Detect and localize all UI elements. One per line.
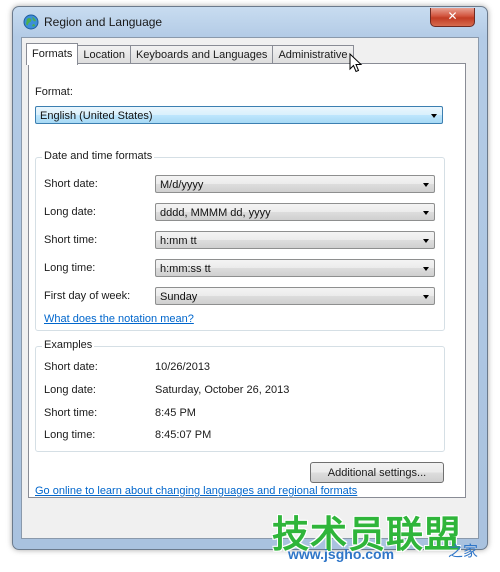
title-bar[interactable]: Region and Language ✕ <box>13 7 487 37</box>
example-short-time-value: 8:45 PM <box>155 407 196 419</box>
short-time-value: h:mm tt <box>160 235 197 247</box>
long-date-select[interactable]: dddd, MMMM dd, yyyy <box>155 203 435 221</box>
additional-settings-button[interactable]: Additional settings... <box>310 462 444 483</box>
long-date-value: dddd, MMMM dd, yyyy <box>160 207 271 219</box>
first-day-select[interactable]: Sunday <box>155 287 435 305</box>
short-date-value: M/d/yyyy <box>160 179 204 191</box>
close-button[interactable]: ✕ <box>430 8 475 27</box>
close-icon: ✕ <box>447 9 458 23</box>
example-short-date-label: Short date: <box>44 361 98 373</box>
example-long-date-value: Saturday, October 26, 2013 <box>155 384 290 396</box>
site-watermark: 技术员联盟 www.jsgho.com 之家 <box>268 504 500 572</box>
format-select[interactable]: English (United States) <box>35 106 443 124</box>
short-date-select[interactable]: M/d/yyyy <box>155 175 435 193</box>
example-long-time-value: 8:45:07 PM <box>155 429 212 441</box>
dialog-client: Formats Location Keyboards and Languages… <box>21 37 479 539</box>
format-label: Format: <box>35 86 73 98</box>
long-time-label: Long time: <box>44 262 96 274</box>
tab-administrative[interactable]: Administrative <box>272 45 354 64</box>
example-short-date-value: 10/26/2013 <box>155 361 211 373</box>
chevron-down-icon <box>423 211 429 215</box>
chevron-down-icon <box>423 239 429 243</box>
watermark-suffix: 之家 <box>448 543 479 560</box>
notation-help-link[interactable]: What does the notation mean? <box>44 313 194 325</box>
long-date-label: Long date: <box>44 206 96 218</box>
example-long-date-label: Long date: <box>44 384 96 396</box>
chevron-down-icon <box>423 267 429 271</box>
formats-panel: Format: English (United States) Date and… <box>28 63 466 498</box>
first-day-label: First day of week: <box>44 290 131 302</box>
example-short-time-label: Short time: <box>44 407 98 419</box>
chevron-down-icon <box>431 114 437 118</box>
example-long-time-label: Long time: <box>44 429 96 441</box>
globe-icon <box>23 14 39 30</box>
chevron-down-icon <box>423 295 429 299</box>
first-day-value: Sunday <box>160 291 198 303</box>
mouse-pointer-icon <box>349 53 363 73</box>
window-title: Region and Language <box>44 15 163 29</box>
date-time-formats-title: Date and time formats <box>42 150 155 162</box>
short-time-select[interactable]: h:mm tt <box>155 231 435 249</box>
tab-strip: Formats Location Keyboards and Languages… <box>26 42 354 65</box>
tab-keyboards-languages[interactable]: Keyboards and Languages <box>129 45 274 64</box>
region-language-window: Region and Language ✕ Formats Location K… <box>12 6 488 550</box>
watermark-url: www.jsgho.com <box>288 546 395 562</box>
format-value: English (United States) <box>40 110 153 122</box>
online-help-link[interactable]: Go online to learn about changing langua… <box>35 485 357 497</box>
tab-location[interactable]: Location <box>77 45 131 64</box>
short-time-label: Short time: <box>44 234 98 246</box>
short-date-label: Short date: <box>44 178 98 190</box>
examples-title: Examples <box>42 339 95 351</box>
tab-formats[interactable]: Formats <box>26 43 79 65</box>
long-time-value: h:mm:ss tt <box>160 263 211 275</box>
chevron-down-icon <box>423 183 429 187</box>
date-time-formats-group: Date and time formats Short date: M/d/yy… <box>35 150 445 331</box>
long-time-select[interactable]: h:mm:ss tt <box>155 259 435 277</box>
examples-group: Examples Short date: 10/26/2013 Long dat… <box>35 339 445 452</box>
